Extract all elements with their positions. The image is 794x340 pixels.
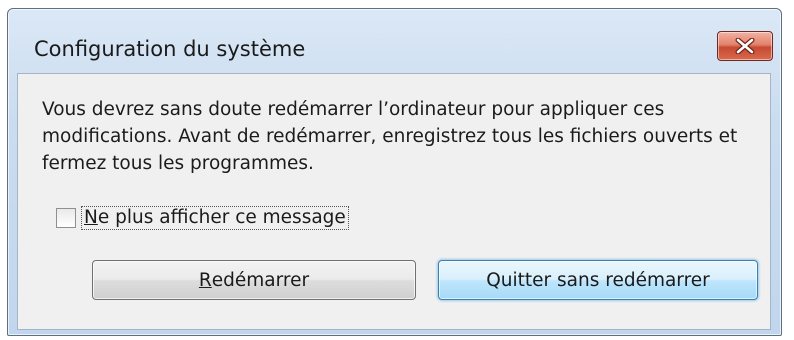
dont-show-again-checkbox[interactable]: [56, 208, 76, 228]
restart-label: edémarrer: [211, 269, 310, 291]
dont-show-again-option[interactable]: Ne plus afficher ce message: [56, 206, 349, 230]
dialog-window: Configuration du système Vous devrez san…: [7, 8, 782, 336]
message-text: Vous devrez sans doute redémarrer l’ordi…: [42, 99, 738, 174]
close-icon: [735, 38, 755, 54]
restart-button[interactable]: Redémarrer: [92, 260, 416, 300]
dialog-content: Vous devrez sans doute redémarrer l’ordi…: [17, 73, 771, 330]
label-accelerator: N: [84, 207, 98, 228]
dont-show-again-label[interactable]: Ne plus afficher ce message: [81, 206, 349, 230]
quit-label: Quitter sans redémarrer: [486, 269, 710, 291]
title-bar[interactable]: Configuration du système: [8, 9, 781, 83]
close-button[interactable]: [717, 31, 773, 61]
restart-accelerator: R: [198, 269, 212, 291]
quit-without-restart-button[interactable]: Quitter sans redémarrer: [438, 260, 758, 300]
label-text: e plus afficher ce message: [97, 207, 346, 228]
window-title: Configuration du système: [34, 37, 306, 61]
